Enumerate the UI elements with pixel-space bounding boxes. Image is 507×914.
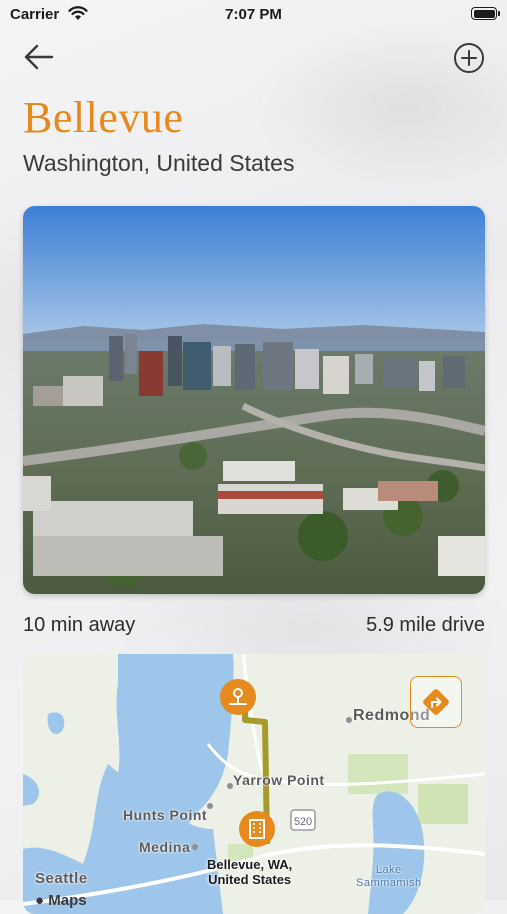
plus-circle-icon[interactable] — [453, 42, 485, 74]
clock: 7:07 PM — [225, 6, 282, 23]
city-aerial-image — [23, 206, 485, 594]
battery-icon — [471, 7, 500, 20]
directions-button[interactable] — [410, 676, 462, 728]
map-label-hunts-point: Hunts Point — [123, 807, 208, 823]
map-label-yarrow-point: Yarrow Point — [233, 772, 325, 788]
maps-credit-label: Maps — [48, 892, 87, 909]
arrow-left-icon[interactable] — [22, 42, 56, 72]
map-label-lake-sammamish: Lake Sammamish — [356, 864, 422, 889]
location-pin-icon[interactable] — [219, 678, 257, 718]
map-label-seattle: Seattle — [35, 870, 88, 887]
map-label-medina: Medina — [139, 839, 191, 855]
region-subtitle: Washington, United States — [23, 150, 295, 176]
route-map[interactable]: 520 Redmond Yarrow Point Hunts Point Med… — [23, 654, 485, 914]
maps-credit: ● Maps — [35, 892, 87, 909]
building-pin-icon[interactable] — [238, 810, 276, 850]
highway-shield-label: 520 — [294, 816, 312, 828]
city-title: Bellevue — [23, 93, 184, 142]
directions-arrow-icon — [423, 689, 449, 715]
destination-line-2: United States — [208, 872, 292, 887]
status-bar: Carrier 7:07 PM — [0, 0, 507, 30]
destination-label: Bellevue, WA, United States — [207, 857, 292, 887]
city-photo — [23, 206, 485, 594]
destination-line-1: Bellevue, WA, — [207, 857, 293, 872]
eta-label: 10 min away — [23, 614, 136, 636]
distance-label: 5.9 mile drive — [366, 614, 485, 636]
apple-logo-icon: ● — [35, 892, 45, 909]
